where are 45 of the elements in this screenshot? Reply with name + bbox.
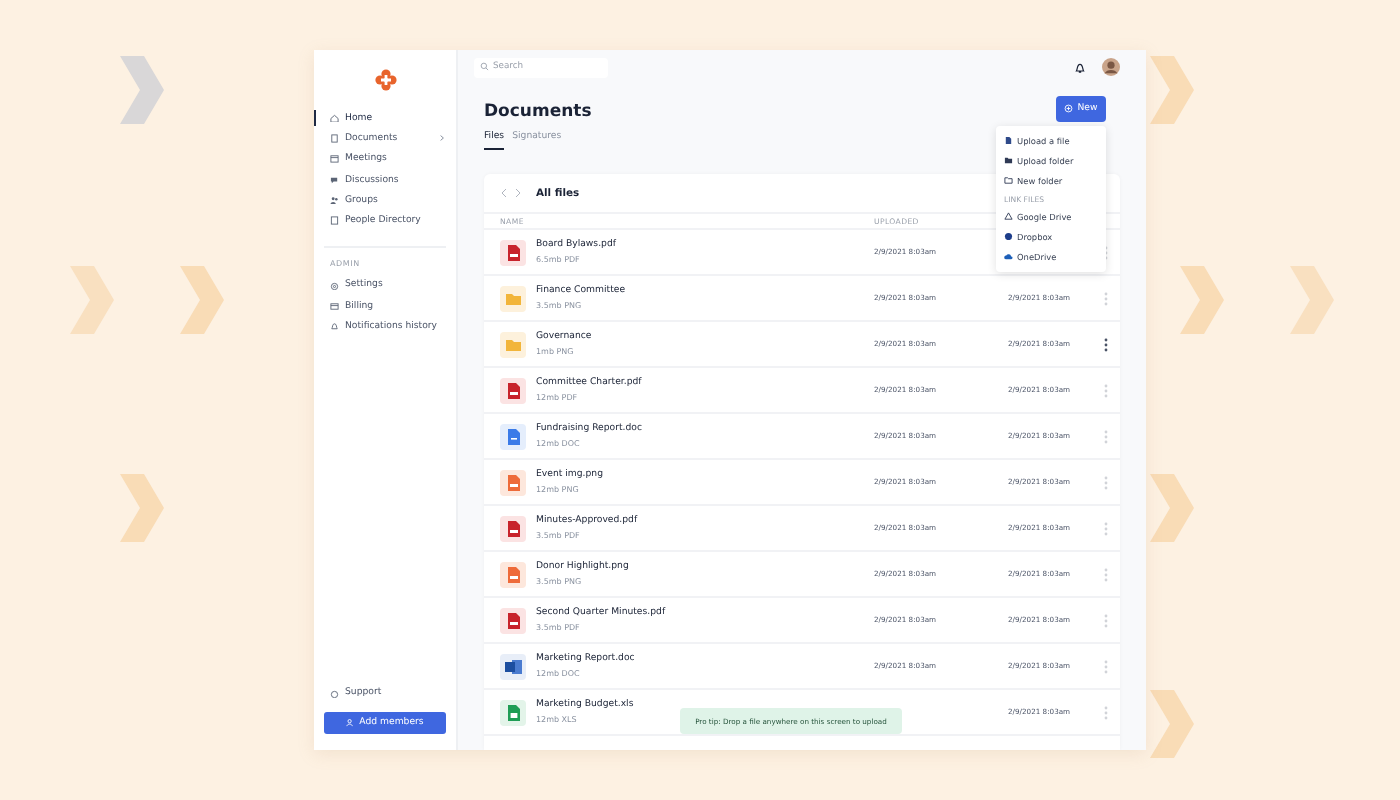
pdf-file-icon bbox=[500, 515, 526, 541]
search-icon bbox=[480, 62, 489, 72]
folder-icon bbox=[1004, 155, 1013, 165]
cloud-icon bbox=[1004, 251, 1013, 261]
chevron-drawing bbox=[1150, 690, 1194, 758]
forward-icon[interactable] bbox=[514, 188, 522, 198]
settings-icon bbox=[330, 281, 339, 291]
chevron-drawing bbox=[120, 56, 164, 124]
calendar-icon bbox=[330, 154, 339, 164]
chevron-drawing bbox=[180, 266, 224, 334]
dropbox-icon bbox=[1004, 231, 1013, 241]
users-icon bbox=[330, 196, 339, 206]
pdf-file-icon bbox=[500, 607, 526, 633]
notification-bell-icon[interactable] bbox=[1074, 61, 1086, 73]
chevron-drawing bbox=[120, 474, 164, 542]
avatar[interactable] bbox=[1102, 58, 1120, 76]
folder-icon bbox=[500, 285, 526, 311]
pdf-file-icon bbox=[500, 377, 526, 403]
chevron-drawing bbox=[1180, 266, 1224, 334]
chevron-drawing bbox=[70, 266, 114, 334]
document-icon bbox=[330, 134, 339, 144]
chevron-drawing bbox=[1150, 474, 1194, 542]
logo-icon bbox=[373, 68, 397, 92]
triangle-icon bbox=[1004, 211, 1013, 221]
plus-circle-icon bbox=[1064, 104, 1074, 114]
image-file-icon bbox=[500, 561, 526, 587]
chevron-drawing bbox=[1150, 56, 1194, 124]
folder-icon bbox=[500, 331, 526, 357]
book-icon bbox=[330, 216, 339, 226]
page-title: Documents bbox=[484, 102, 592, 122]
help-icon bbox=[330, 689, 339, 699]
back-icon[interactable] bbox=[500, 188, 508, 198]
folder-plus-icon bbox=[1004, 175, 1013, 185]
image-file-icon bbox=[500, 469, 526, 495]
bell-icon bbox=[330, 322, 339, 332]
pdf-file-icon bbox=[500, 239, 526, 265]
spreadsheet-icon bbox=[500, 699, 526, 725]
file-icon bbox=[1004, 135, 1013, 145]
word-icon bbox=[500, 653, 526, 679]
add-user-icon bbox=[346, 718, 356, 728]
home-icon bbox=[330, 113, 339, 123]
chat-icon bbox=[330, 175, 339, 185]
chevron-drawing bbox=[1290, 266, 1334, 334]
document-icon bbox=[500, 423, 526, 449]
credit-card-icon bbox=[330, 301, 339, 311]
